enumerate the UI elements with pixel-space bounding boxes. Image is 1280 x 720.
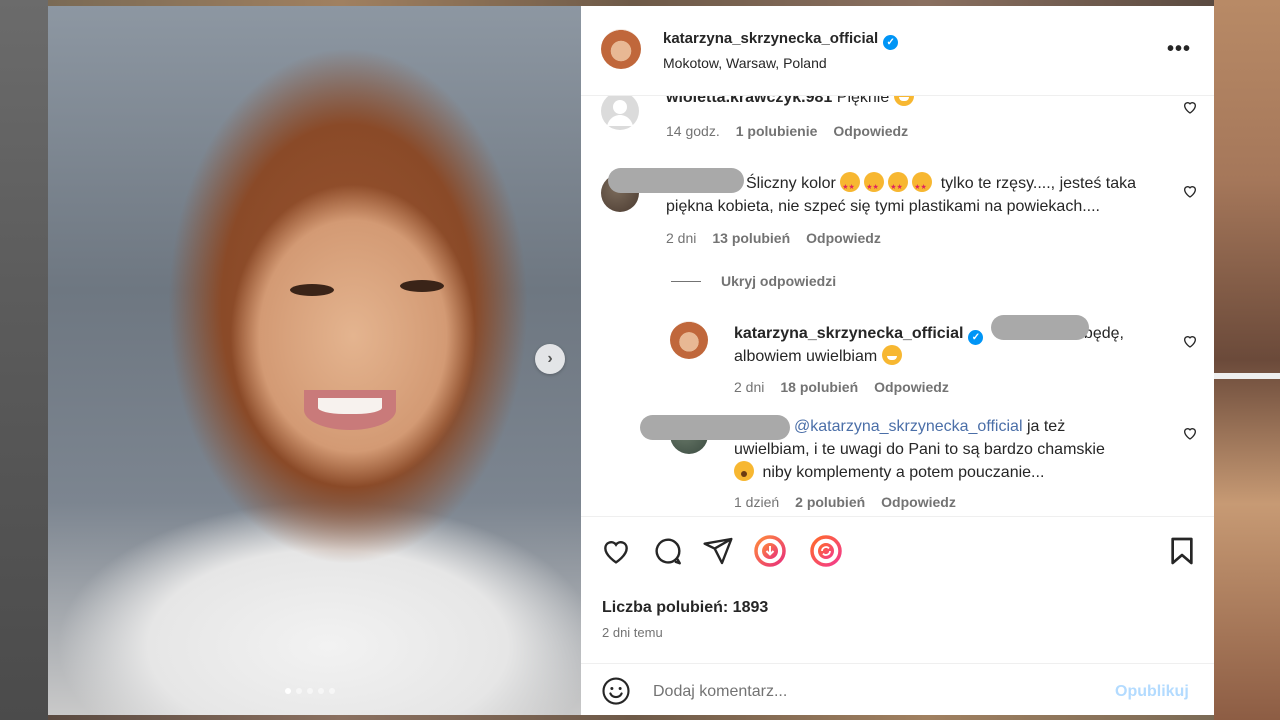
comment-reply-button[interactable]: Odpowiedz (833, 123, 908, 139)
reply-meta: 2 dni 18 polubień Odpowiedz (734, 379, 949, 395)
bookmark-icon[interactable] (1166, 535, 1198, 567)
comment-username[interactable]: wioletta.krawczyk.981 (666, 96, 832, 106)
share-icon[interactable] (702, 535, 734, 567)
comment-body-part1: Śliczny kolor (746, 175, 836, 192)
comment-composer: Dodaj komentarz... Opublikuj (581, 663, 1214, 717)
reply-meta: 1 dzień 2 polubień Odpowiedz (734, 494, 956, 510)
carousel-next-button[interactable]: › (535, 344, 565, 374)
background-left (0, 0, 48, 720)
reply-avatar[interactable] (670, 321, 708, 359)
comments-list[interactable]: wioletta.krawczyk.981 Pięknie 14 godz. 1… (581, 96, 1214, 516)
star-eyes-emoji-icon (864, 172, 885, 199)
comment-avatar[interactable] (601, 96, 639, 130)
reply-likes[interactable]: 18 polubień (780, 379, 858, 395)
comment-text: wioletta.krawczyk.981 Pięknie (666, 96, 918, 109)
carousel-dot-2 (296, 688, 302, 694)
likes-count[interactable]: Liczba polubień: 1893 (602, 599, 768, 617)
reply-body-part2: albowiem uwielbiam (734, 348, 878, 365)
comment-time: 14 godz. (666, 123, 720, 139)
heart-icon[interactable] (1182, 425, 1198, 441)
star-eyes-emoji-icon (840, 172, 861, 199)
comment-meta: 14 godz. 1 polubienie Odpowiedz (666, 123, 908, 139)
comment-input[interactable]: Dodaj komentarz... (653, 683, 787, 701)
default-avatar-icon (607, 100, 633, 126)
carousel-dot-3 (307, 688, 313, 694)
comment-likes[interactable]: 1 polubienie (736, 123, 818, 139)
post-time: 2 dni temu (602, 625, 663, 640)
carousel-dot-4 (318, 688, 324, 694)
hide-replies-button[interactable]: Ukryj odpowiedzi (721, 273, 836, 289)
reply-likes[interactable]: 2 polubień (795, 494, 865, 510)
heart-icon[interactable] (600, 535, 632, 567)
comment-meta: 2 dni 13 polubień Odpowiedz (666, 230, 881, 246)
reply-time: 1 dzień (734, 494, 780, 510)
post-header: katarzyna_skrzynecka_official ✓ Mokotow, … (581, 6, 1214, 96)
post-location[interactable]: Mokotow, Warsaw, Poland (663, 55, 827, 71)
comment-body-part3: piękna kobieta, nie szpeć się tymi plast… (666, 198, 1100, 215)
photo-eye-right (400, 280, 444, 292)
grin-emoji-icon (881, 345, 902, 365)
reply-body-part2: uwielbiam, i te uwagi do Pani to są bard… (734, 441, 1105, 458)
comment-reply-button[interactable]: Odpowiedz (806, 230, 881, 246)
reply-text: katarzyna_skrzynecka_official ✓ będę, alb… (734, 322, 1154, 368)
verified-badge-icon: ✓ (883, 35, 899, 50)
chevron-right-icon: › (547, 350, 553, 367)
mention-link[interactable]: @katarzyna_skrzynecka_official (794, 418, 1023, 435)
more-options-icon[interactable]: ••• (1167, 38, 1191, 61)
comment-body: Pięknie (836, 96, 890, 106)
publish-button[interactable]: Opublikuj (1115, 683, 1189, 701)
star-eyes-emoji-icon (912, 172, 933, 199)
carousel-dots (285, 688, 335, 694)
grin-emoji-icon (893, 96, 914, 106)
carousel-dot-1 (285, 688, 291, 694)
verified-badge-icon: ✓ (968, 330, 984, 345)
comment-body-part2: tylko te rzęsy...., jesteś taka (940, 175, 1137, 192)
author-username[interactable]: katarzyna_skrzynecka_official (663, 30, 878, 47)
photo-eye-left (290, 284, 334, 296)
star-eyes-emoji-icon (888, 172, 909, 199)
author-name-row: katarzyna_skrzynecka_official ✓ (663, 30, 899, 50)
reply-text: @katarzyna_skrzynecka_official ja też uw… (734, 415, 1154, 484)
heart-icon[interactable] (1182, 183, 1198, 199)
redacted-mention (991, 315, 1089, 340)
reply-body-part1: będę, (1083, 325, 1124, 342)
reply-body-part1: ja też (1026, 418, 1066, 435)
repost-circle-icon[interactable] (810, 535, 842, 567)
comment-time: 2 dni (666, 230, 697, 246)
heart-icon[interactable] (1182, 333, 1198, 349)
heart-icon[interactable] (1182, 99, 1198, 115)
comment-text: Śliczny kolor tylko te rzęsy...., jesteś… (666, 172, 1186, 218)
post-actions: Liczba polubień: 1893 2 dni temu Dodaj k… (581, 516, 1214, 716)
comment-icon[interactable] (652, 535, 684, 567)
reply-username[interactable]: katarzyna_skrzynecka_official (734, 325, 963, 342)
post-photo[interactable]: › (48, 6, 581, 715)
reply-time: 2 dni (734, 379, 765, 395)
photo-teeth (318, 398, 382, 414)
reply-reply-button[interactable]: Odpowiedz (881, 494, 956, 510)
background-divider (1214, 373, 1280, 379)
reply-body-part3: niby komplementy a potem pouczanie... (762, 464, 1045, 481)
surprised-emoji-icon (734, 461, 754, 481)
background-right (1214, 0, 1280, 720)
download-circle-icon[interactable] (754, 535, 786, 567)
post-panel: katarzyna_skrzynecka_official ✓ Mokotow, … (581, 6, 1214, 715)
carousel-dot-5 (329, 688, 335, 694)
hide-replies-line (671, 281, 701, 282)
author-avatar[interactable] (601, 29, 641, 69)
reply-reply-button[interactable]: Odpowiedz (874, 379, 949, 395)
comment-likes[interactable]: 13 polubień (712, 230, 790, 246)
emoji-icon[interactable] (601, 676, 631, 706)
